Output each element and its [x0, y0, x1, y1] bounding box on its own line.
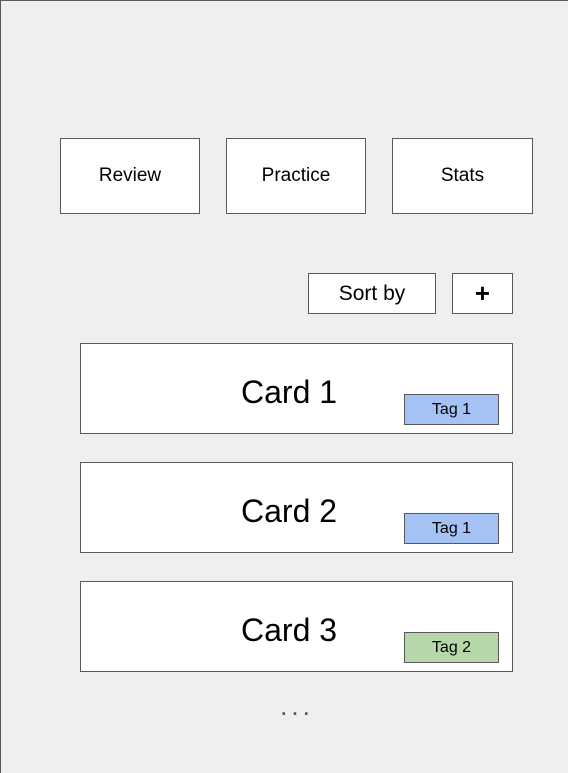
- more-items-indicator: ...: [280, 691, 314, 721]
- card-title: Card 1: [241, 374, 338, 410]
- card-item[interactable]: Card 3 Tag 2: [80, 581, 513, 672]
- stats-button-label: Stats: [440, 165, 485, 186]
- practice-button-label: Practice: [261, 165, 331, 186]
- review-button-label: Review: [98, 165, 162, 186]
- card-title: Card 2: [241, 493, 338, 529]
- practice-button[interactable]: Practice: [226, 138, 366, 214]
- app-frame: Review Practice Stats Sort by + Card 1 T…: [0, 0, 568, 773]
- review-button[interactable]: Review: [60, 138, 200, 214]
- plus-icon: +: [474, 278, 491, 308]
- add-card-button[interactable]: +: [452, 273, 513, 314]
- tag-badge: Tag 2: [404, 632, 499, 663]
- stats-button[interactable]: Stats: [392, 138, 533, 214]
- card-item[interactable]: Card 2 Tag 1: [80, 462, 513, 553]
- tag-badge: Tag 1: [404, 394, 499, 425]
- card-title: Card 3: [241, 612, 338, 648]
- sort-by-button[interactable]: Sort by: [308, 273, 436, 314]
- tag-badge: Tag 1: [404, 513, 499, 544]
- card-item[interactable]: Card 1 Tag 1: [80, 343, 513, 434]
- sort-by-label: Sort by: [338, 281, 406, 305]
